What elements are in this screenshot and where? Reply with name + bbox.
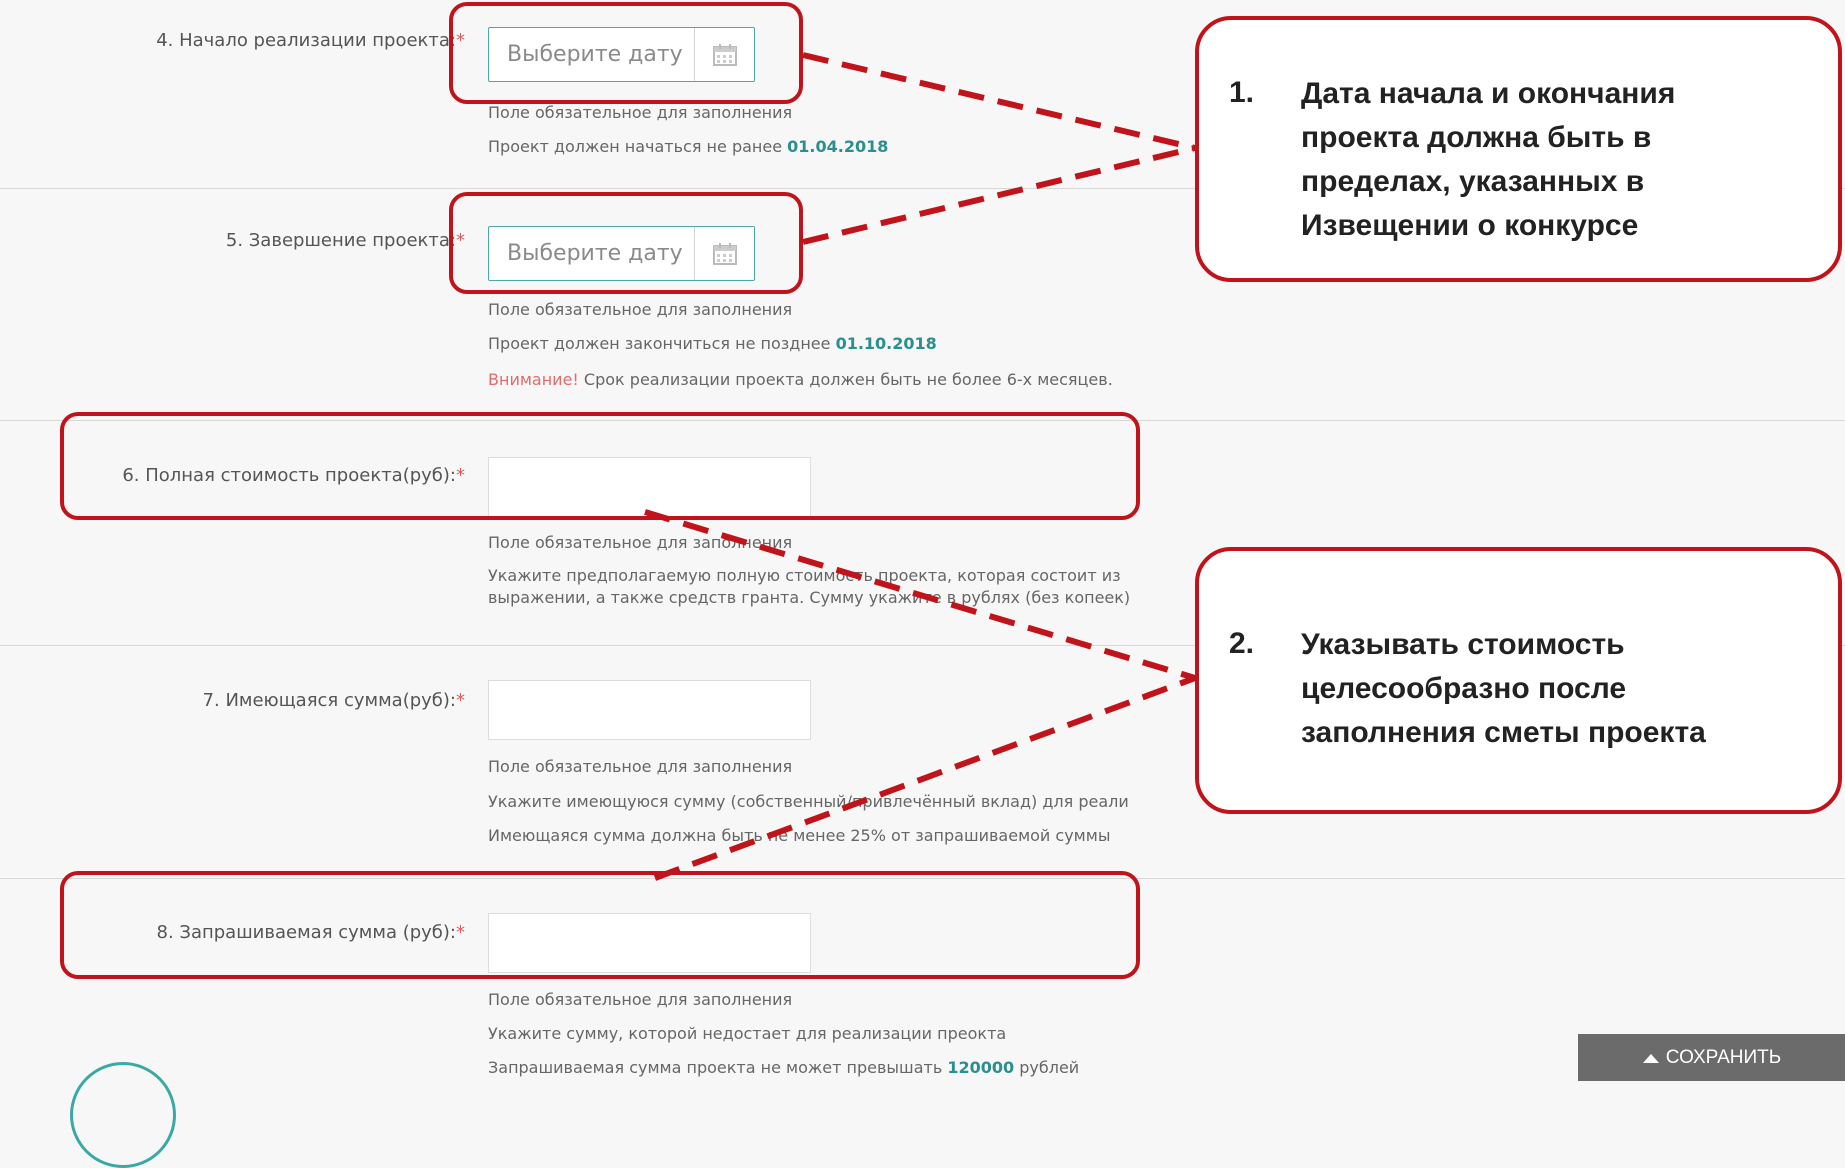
full-cost-help-line2: выражении, а также средств гранта. Сумму… [488,588,1131,607]
required-asterisk: * [456,230,465,251]
callout-number: 2. [1229,627,1255,660]
end-date-picker[interactable]: Выберите дату [488,226,755,281]
section-divider [0,878,1845,879]
chevron-up-icon [1642,1053,1659,1063]
requested-sum-label: 8. Запрашиваемая сумма (руб):* [156,922,465,943]
callout-dates: 1. Дата начала и окончания проекта должн… [1195,16,1842,282]
save-button-label: СОХРАНИТЬ [1665,1046,1782,1068]
callout-text: Указывать стоимость целесообразно после … [1301,628,1706,749]
required-hint: Поле обязательное для заполнения [488,103,793,122]
full-cost-label: 6. Полная стоимость проекта(руб):* [122,465,465,486]
calendar-icon[interactable] [694,227,754,280]
required-asterisk: * [456,922,465,943]
end-date-constraint: Проект должен закончиться не позднее 01.… [488,334,937,353]
start-date-label: 4. Начало реализации проекта:* [156,30,465,51]
required-hint: Поле обязательное для заполнения [488,300,793,319]
callout-cost: 2. Указывать стоимость целесообразно пос… [1195,547,1842,814]
required-hint: Поле обязательное для заполнения [488,533,793,552]
requested-sum-constraint: Запрашиваемая сумма проекта не может пре… [488,1058,1080,1077]
annotation-connector [802,52,1196,151]
section-divider [0,420,1845,421]
available-sum-help: Укажите имеющуюся сумму (собственный/при… [488,792,1129,811]
available-sum-constraint: Имеющаяся сумма должна быть не менее 25%… [488,826,1111,845]
available-sum-label: 7. Имеющаяся сумма(руб):* [202,690,465,711]
start-date-constraint: Проект должен начаться не ранее 01.04.20… [488,137,889,156]
full-cost-input[interactable] [488,457,811,517]
end-date-placeholder: Выберите дату [507,241,683,266]
callout-text: Дата начала и окончания проекта должна б… [1301,77,1676,242]
save-button[interactable]: СОХРАНИТЬ [1578,1034,1845,1081]
required-asterisk: * [456,30,465,51]
duration-warning: Внимание! Срок реализации проекта должен… [488,370,1113,389]
required-asterisk: * [456,690,465,711]
start-date-picker[interactable]: Выберите дату [488,27,755,82]
start-date-placeholder: Выберите дату [507,42,683,67]
annotation-connector [802,145,1196,245]
help-circle-icon[interactable] [70,1062,176,1168]
callout-number: 1. [1229,76,1255,109]
requested-sum-help: Укажите сумму, которой недостает для реа… [488,1024,1007,1043]
calendar-icon[interactable] [694,28,754,81]
required-asterisk: * [456,465,465,486]
required-hint: Поле обязательное для заполнения [488,757,793,776]
end-date-label: 5. Завершение проекта:* [225,230,465,251]
available-sum-input[interactable] [488,680,811,740]
required-hint: Поле обязательное для заполнения [488,990,793,1009]
requested-sum-input[interactable] [488,913,811,973]
full-cost-help-line1: Укажите предполагаемую полную стоимость … [488,566,1121,585]
